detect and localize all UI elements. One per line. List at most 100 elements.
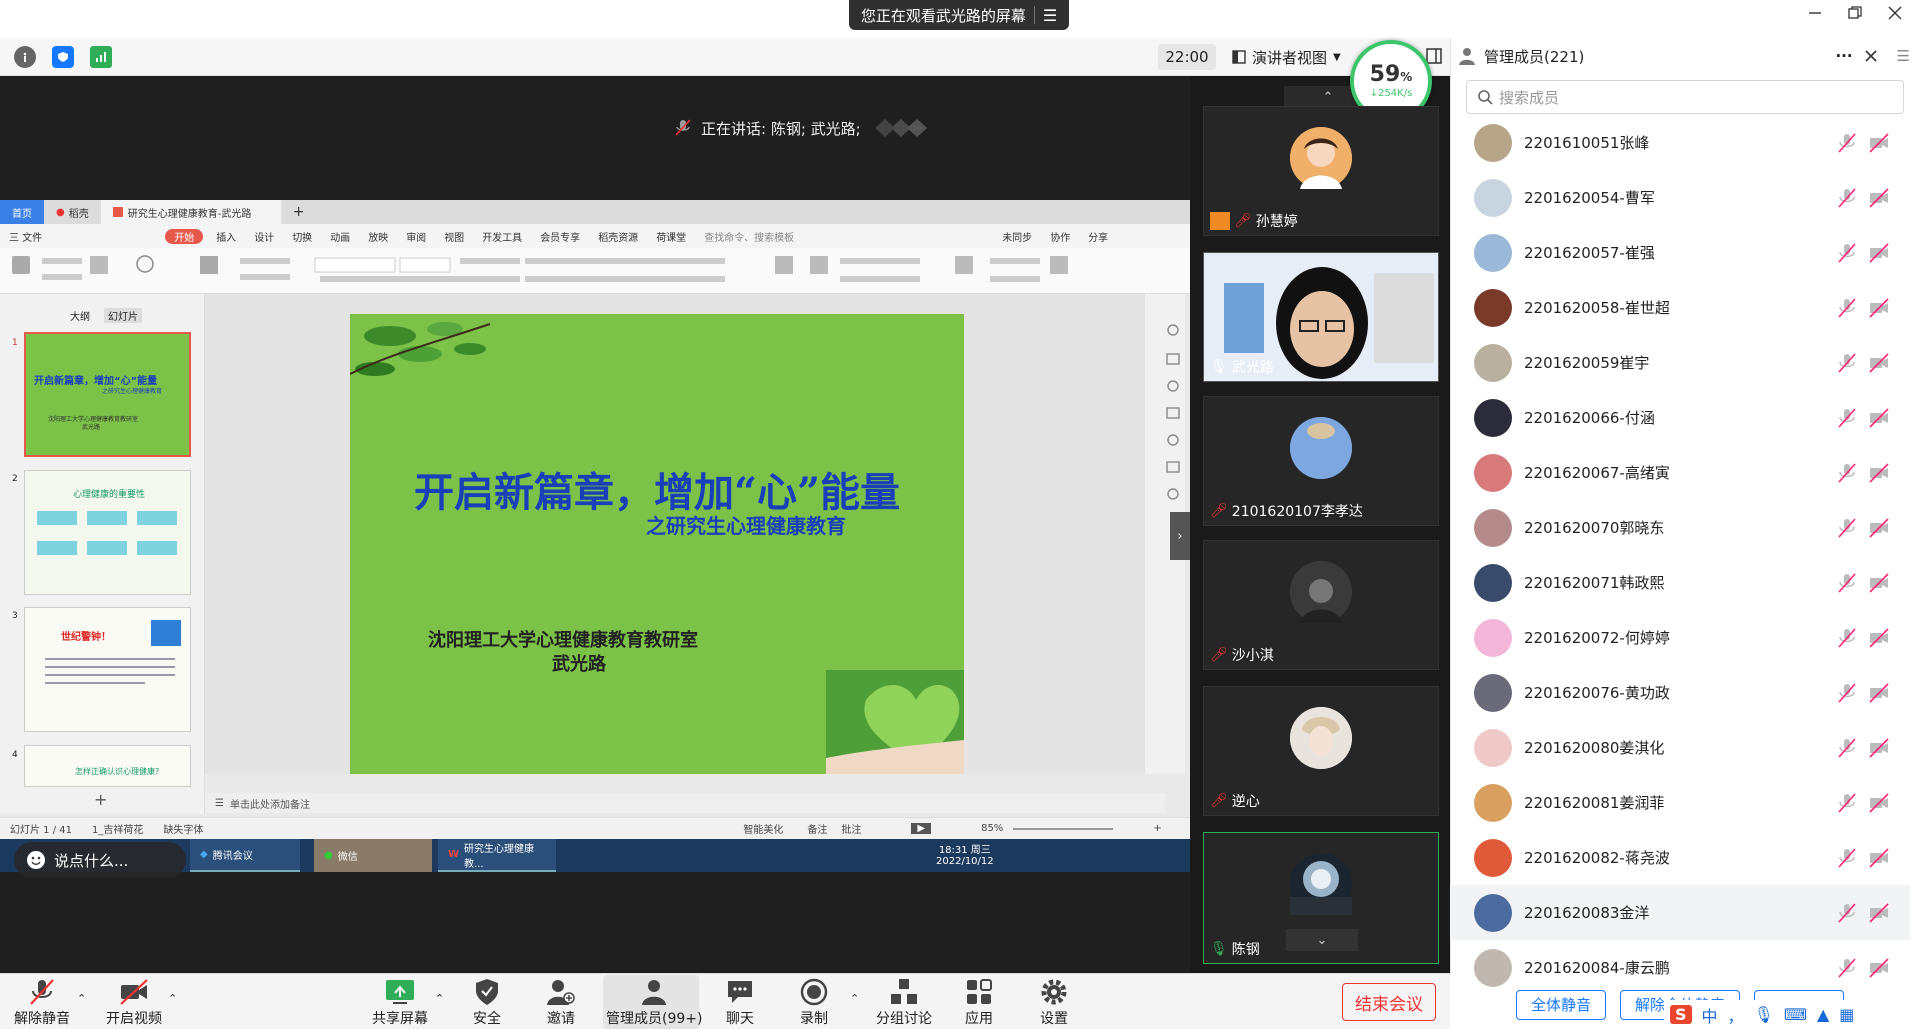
wps-menu-collab[interactable]: 协作	[1041, 229, 1079, 244]
chat-button[interactable]: 聊天	[725, 978, 755, 1028]
mic-muted-icon[interactable]	[1836, 517, 1858, 539]
wps-menu-transition[interactable]: 切换	[283, 229, 321, 244]
manage-members-button[interactable]: 管理成员(99+)	[606, 978, 702, 1028]
invite-button[interactable]: 邀请	[546, 978, 576, 1028]
member-row[interactable]: 2201620080姜淇化	[1450, 720, 1910, 775]
video-off-icon[interactable]	[1868, 847, 1890, 869]
video-off-icon[interactable]	[1868, 737, 1890, 759]
video-off-icon[interactable]	[1868, 187, 1890, 209]
wps-outline-tab[interactable]: 大纲	[70, 308, 90, 323]
video-off-icon[interactable]	[1868, 132, 1890, 154]
mic-muted-icon[interactable]	[1836, 957, 1858, 979]
notes-area[interactable]: ☰ 单击此处添加备注	[205, 793, 1165, 813]
share-options-icon[interactable]: ⌃	[435, 992, 444, 1005]
video-off-icon[interactable]	[1868, 682, 1890, 704]
wps-menu-search[interactable]: 查找命令、搜索模板	[695, 229, 803, 244]
zoom-slider[interactable]	[1013, 827, 1114, 830]
slide-thumb-4[interactable]: 怎样正确认识心理健康?	[24, 745, 191, 787]
panel-close-icon[interactable]	[1864, 50, 1877, 62]
video-tile[interactable]: 🎤︎ 孙慧婷	[1203, 106, 1439, 236]
mic-muted-icon[interactable]	[1836, 407, 1858, 429]
video-off-icon[interactable]	[1868, 627, 1890, 649]
settings-button[interactable]: 设置	[1039, 978, 1069, 1028]
mic-muted-icon[interactable]	[1836, 132, 1858, 154]
minimize-icon[interactable]	[1808, 6, 1822, 20]
member-row[interactable]: 2201620084-康云鹏	[1450, 940, 1910, 995]
slide-thumb-1[interactable]: 开启新篇章，增加“心”能量 之研究生心理健康教育 沈阳理工大学心理健康教育教研室…	[24, 332, 191, 457]
notes-toggle[interactable]: 备注	[807, 821, 827, 836]
video-off-icon[interactable]	[1868, 242, 1890, 264]
member-row[interactable]: 2201620059崔宇	[1450, 335, 1910, 390]
ime-skin-icon[interactable]: ▲	[1817, 1005, 1829, 1024]
mic-muted-icon[interactable]	[1836, 242, 1858, 264]
ime-punct[interactable]: ，	[1728, 1003, 1744, 1027]
ime-grid-icon[interactable]: ▦	[1839, 1005, 1854, 1024]
member-row[interactable]: 2201620057-崔强	[1450, 225, 1910, 280]
member-row[interactable]: 2201620058-崔世超	[1450, 280, 1910, 335]
member-row[interactable]: 2201620083金洋	[1450, 885, 1910, 940]
video-off-icon[interactable]	[1868, 352, 1890, 374]
start-video-button[interactable]: 开启视频	[106, 978, 162, 1028]
security-button[interactable]: 安全	[472, 978, 502, 1028]
member-row[interactable]: 2201620072-何婷婷	[1450, 610, 1910, 665]
member-row[interactable]: 2201610051张峰	[1450, 115, 1910, 170]
mic-muted-icon[interactable]	[1836, 682, 1858, 704]
ime-keyboard-icon[interactable]: ⌨	[1784, 1005, 1807, 1024]
wps-menu-file[interactable]: 三 文件	[0, 229, 51, 244]
chat-input-bubble[interactable]: 说点什么...	[14, 842, 186, 878]
breakout-button[interactable]: 分组讨论	[876, 978, 932, 1028]
taskbar-wechat[interactable]: ● 微信	[314, 839, 432, 872]
mic-muted-icon[interactable]	[1836, 462, 1858, 484]
member-row[interactable]: 2201620081姜润菲	[1450, 775, 1910, 830]
record-options-icon[interactable]: ⌃	[850, 992, 859, 1005]
member-search-input[interactable]: 搜索成员	[1466, 80, 1904, 114]
member-row[interactable]: 2201620070郭晓东	[1450, 500, 1910, 555]
video-tile[interactable]: 🎤︎ 逆心	[1203, 686, 1439, 816]
wps-slides-tab[interactable]: 幻灯片	[104, 308, 142, 323]
wps-menu-animation[interactable]: 动画	[321, 229, 359, 244]
wps-menu-start[interactable]: 开始	[165, 228, 204, 244]
video-off-icon[interactable]	[1868, 462, 1890, 484]
wps-menu-design[interactable]: 设计	[245, 229, 283, 244]
zoom-level[interactable]: 85%	[981, 823, 1003, 834]
smart-beautify[interactable]: 智能美化	[743, 821, 783, 836]
play-icon[interactable]: ▶	[911, 823, 932, 834]
shield-icon[interactable]	[52, 46, 74, 68]
restore-icon[interactable]	[1848, 6, 1862, 20]
zoom-in-icon[interactable]: +	[1153, 823, 1161, 834]
member-row[interactable]: 2201620066-付涵	[1450, 390, 1910, 445]
wps-tab-docer[interactable]: ● 稻壳	[44, 200, 101, 224]
mic-muted-icon[interactable]	[1836, 847, 1858, 869]
audio-options-icon[interactable]: ⌃	[77, 992, 86, 1005]
taskbar-wps[interactable]: W 研究生心理健康教...	[438, 839, 556, 872]
mic-muted-icon[interactable]	[1836, 297, 1858, 319]
ime-mic-icon[interactable]: 🎙︎	[1754, 1005, 1774, 1024]
wps-menu-insert[interactable]: 插入	[207, 229, 245, 244]
missing-font[interactable]: 缺失字体	[163, 821, 203, 836]
mic-muted-icon[interactable]	[1836, 902, 1858, 924]
member-row[interactable]: 2201620071韩政熙	[1450, 555, 1910, 610]
wps-menu-slideshow[interactable]: 放映	[359, 229, 397, 244]
member-row[interactable]: 2201620067-高绪寅	[1450, 445, 1910, 500]
view-mode-button[interactable]: 演讲者视图 ▼	[1232, 44, 1341, 70]
member-row[interactable]: 2201620082-蒋尧波	[1450, 830, 1910, 885]
video-tile[interactable]: 🎙︎ 陈钢 ⌄	[1203, 832, 1439, 964]
comments-toggle[interactable]: 批注	[841, 821, 861, 836]
panel-expand-icon[interactable]: ›	[1170, 512, 1190, 560]
add-slide-icon[interactable]: +	[94, 790, 107, 809]
wps-tab-document[interactable]: 研究生心理健康教育-武光路	[100, 200, 281, 224]
mic-muted-icon[interactable]	[1836, 737, 1858, 759]
wps-tab-home[interactable]: 首页	[0, 200, 44, 224]
member-row[interactable]: 2201620054-曹军	[1450, 170, 1910, 225]
video-off-icon[interactable]	[1868, 297, 1890, 319]
video-tile-active[interactable]: 🎙︎ 武光路	[1203, 252, 1439, 382]
wps-menu-review[interactable]: 审阅	[397, 229, 435, 244]
wps-menu-view[interactable]: 视图	[435, 229, 473, 244]
member-row[interactable]: 2201620076-黄功政	[1450, 665, 1910, 720]
wps-menu-resources[interactable]: 稻壳资源	[589, 229, 647, 244]
share-screen-button[interactable]: 共享屏幕	[372, 978, 428, 1028]
viewing-screen-banner[interactable]: 您正在观看武光路的屏幕 ☰	[849, 0, 1069, 30]
video-tile[interactable]: 🎤︎ 2101620107李孝达	[1203, 396, 1439, 526]
video-tile[interactable]: 🎤︎ 沙小淇	[1203, 540, 1439, 670]
unmute-button[interactable]: 解除静音	[14, 978, 70, 1028]
